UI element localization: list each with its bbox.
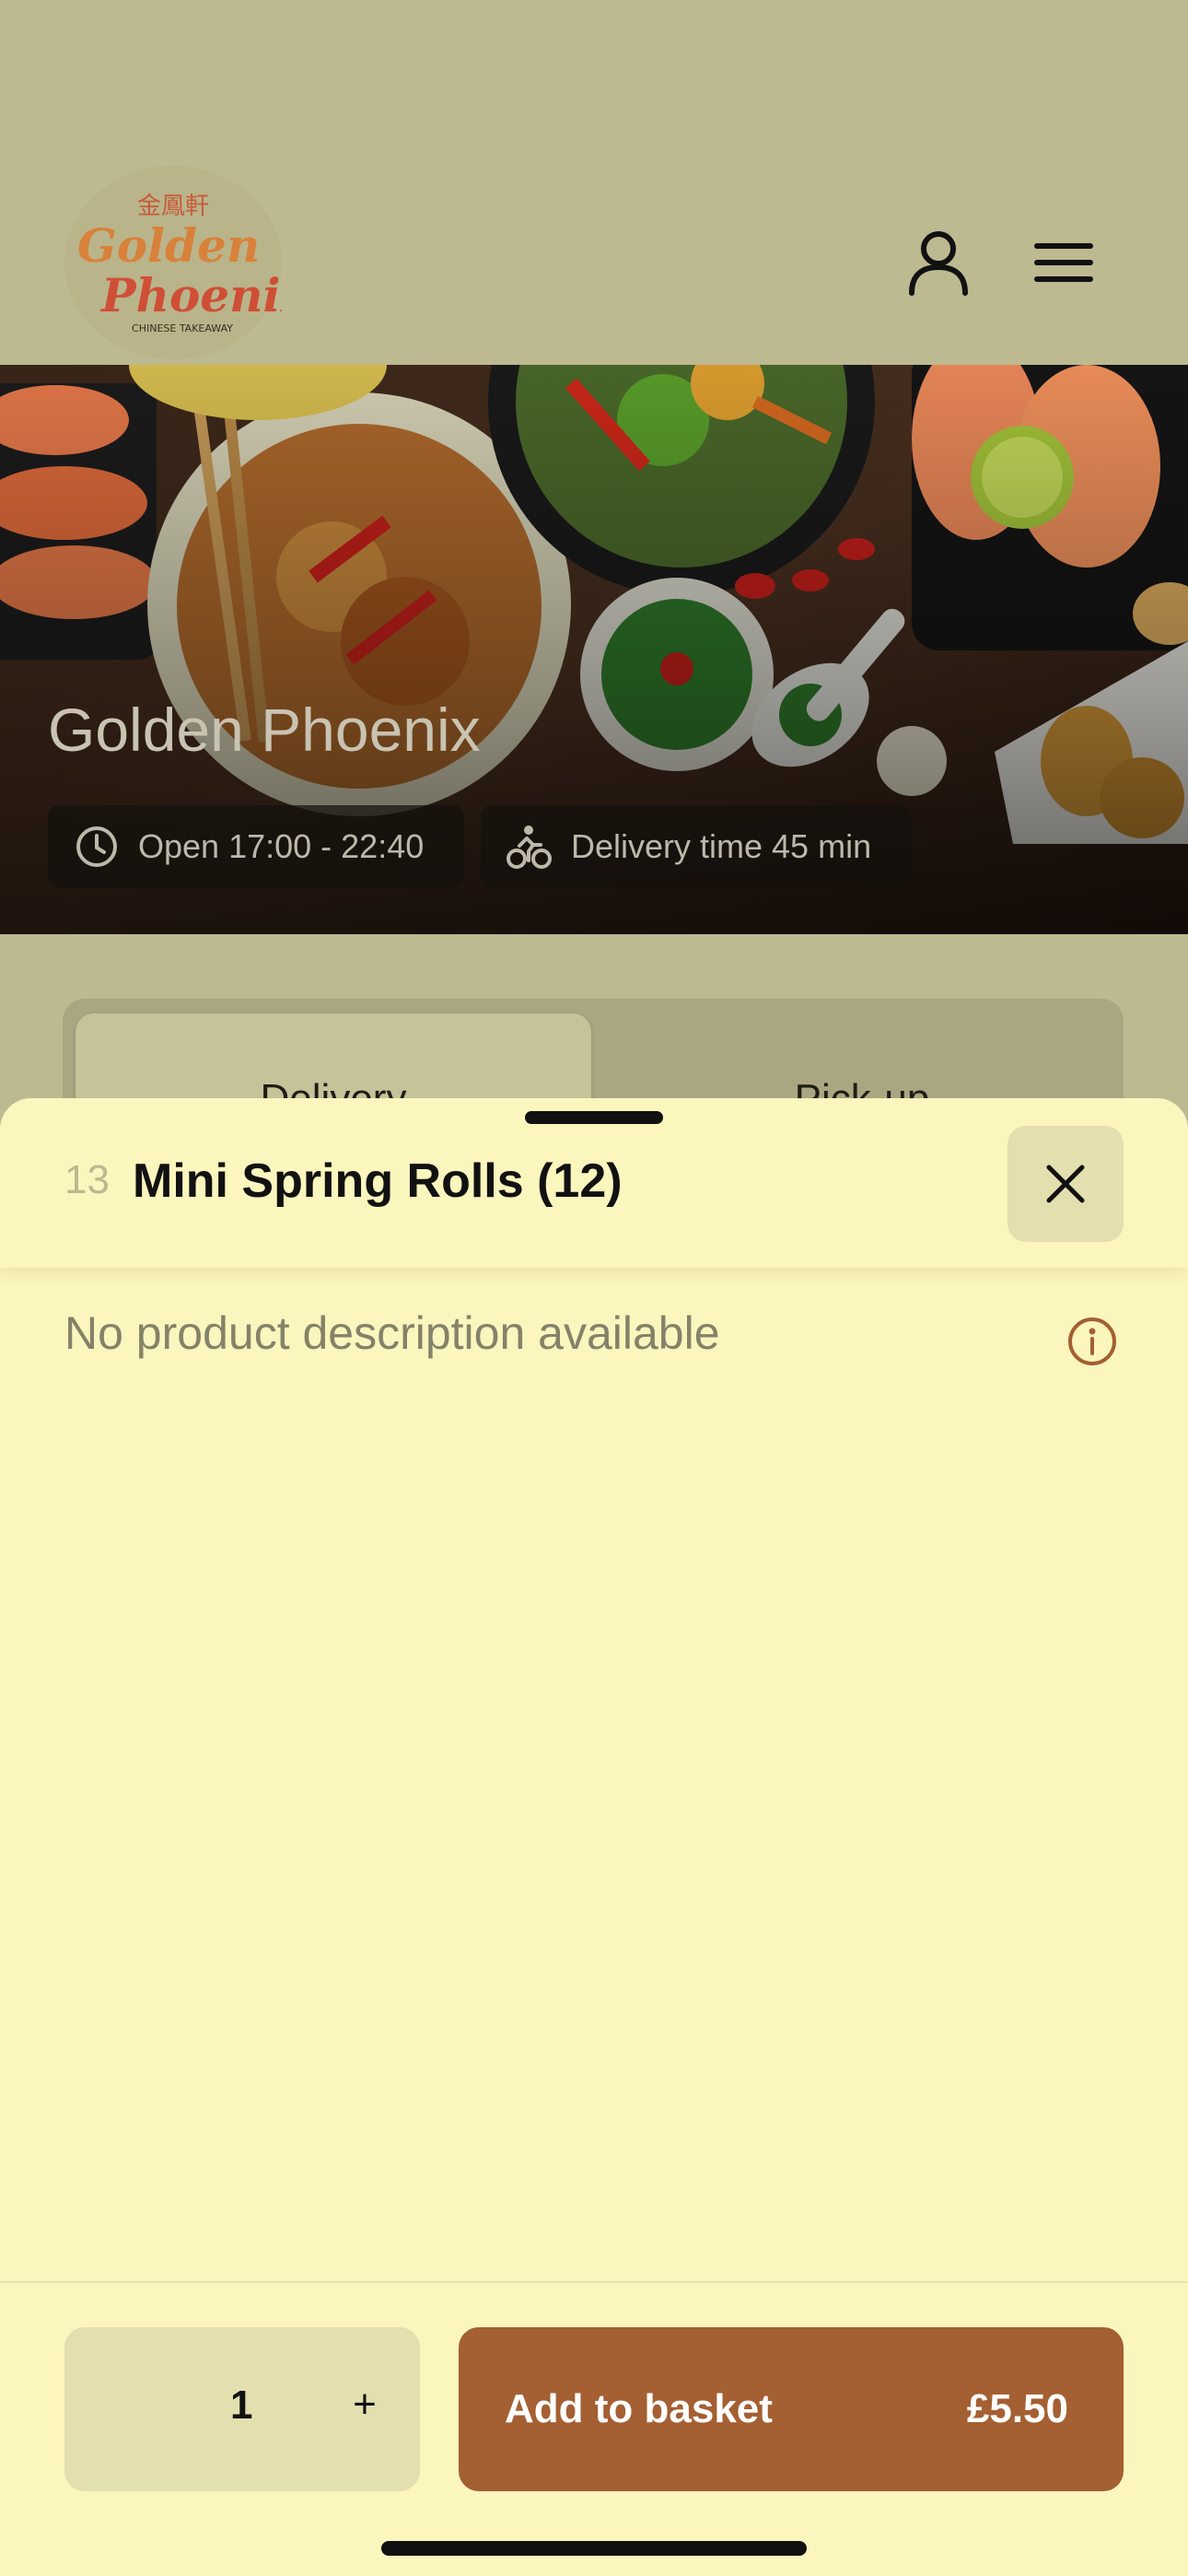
home-indicator[interactable] <box>381 2541 807 2556</box>
add-to-basket-label: Add to basket <box>505 2386 773 2431</box>
close-button[interactable] <box>1007 1126 1124 1242</box>
svg-text:CHINESE TAKEAWAY: CHINESE TAKEAWAY <box>132 322 233 334</box>
opening-hours-badge: Open 17:00 - 22:40 <box>48 805 464 888</box>
add-to-basket-button[interactable]: Add to basket £5.50 <box>459 2327 1124 2491</box>
info-icon[interactable] <box>1066 1316 1118 1367</box>
app-header: 金鳳軒 Golden Phoenix CHINESE TAKEAWAY <box>0 0 1188 365</box>
delivery-time-badge: Delivery time 45 min <box>481 805 912 888</box>
sheet-drag-handle[interactable] <box>525 1111 663 1124</box>
hamburger-menu-icon <box>1034 243 1093 282</box>
product-description: No product description available <box>64 1307 720 1359</box>
increase-quantity-button[interactable]: + <box>332 2371 398 2438</box>
menu-button[interactable] <box>1022 221 1105 304</box>
product-title: Mini Spring Rolls (12) <box>133 1154 623 1208</box>
logo-image: 金鳳軒 Golden Phoenix CHINESE TAKEAWAY <box>77 193 282 334</box>
product-price: £5.50 <box>966 2386 1068 2431</box>
opening-hours-text: Open 17:00 - 22:40 <box>138 827 425 865</box>
account-button[interactable] <box>897 221 980 304</box>
svg-text:Golden: Golden <box>77 218 260 273</box>
close-icon <box>1046 1165 1085 1203</box>
svg-text:金鳳軒: 金鳳軒 <box>137 193 209 220</box>
delivery-time-text: Delivery time 45 min <box>571 827 872 865</box>
svg-text:Phoenix: Phoenix <box>99 268 282 322</box>
product-detail-sheet: 13 Mini Spring Rolls (12) No product des… <box>0 1098 1188 2576</box>
golden-phoenix-logo[interactable]: 金鳳軒 Golden Phoenix CHINESE TAKEAWAY <box>64 166 282 359</box>
restaurant-hero: Golden Phoenix Open 17:00 - 22:40 Delive… <box>0 365 1188 934</box>
user-icon <box>909 231 968 296</box>
quantity-stepper: 1 + <box>64 2327 420 2491</box>
restaurant-name: Golden Phoenix <box>48 696 481 764</box>
sheet-footer: 1 + Add to basket £5.50 <box>0 2281 1188 2576</box>
clock-icon <box>76 826 117 867</box>
product-number: 13 <box>64 1157 110 1202</box>
bicycle-courier-icon <box>507 825 552 869</box>
quantity-value: 1 <box>230 2383 253 2428</box>
